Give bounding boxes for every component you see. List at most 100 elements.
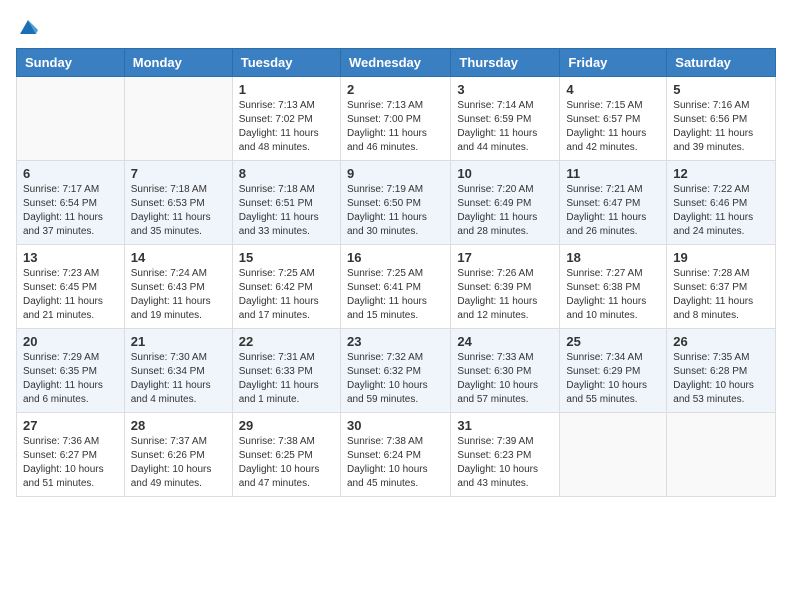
cell-info: Sunrise: 7:23 AM Sunset: 6:45 PM Dayligh… (23, 267, 118, 323)
cell-info: Sunrise: 7:26 AM Sunset: 6:39 PM Dayligh… (457, 267, 553, 323)
calendar-cell (124, 77, 232, 161)
cell-info: Sunrise: 7:33 AM Sunset: 6:30 PM Dayligh… (457, 351, 553, 407)
calendar-cell: 17 Sunrise: 7:26 AM Sunset: 6:39 PM Dayli… (451, 245, 560, 329)
calendar-cell: 3 Sunrise: 7:14 AM Sunset: 6:59 PM Daylig… (451, 77, 560, 161)
cell-info: Sunrise: 7:24 AM Sunset: 6:43 PM Dayligh… (131, 267, 226, 323)
day-header-wednesday: Wednesday (340, 49, 450, 77)
day-number: 6 (23, 166, 118, 181)
calendar-cell: 9 Sunrise: 7:19 AM Sunset: 6:50 PM Daylig… (340, 161, 450, 245)
day-number: 29 (239, 418, 334, 433)
calendar-cell: 12Sunrise: 7:22 AM Sunset: 6:46 PM Dayli… (667, 161, 776, 245)
calendar-cell: 27 Sunrise: 7:36 AM Sunset: 6:27 PM Dayli… (17, 413, 125, 497)
page-header (16, 16, 776, 36)
calendar-cell: 21 Sunrise: 7:30 AM Sunset: 6:34 PM Dayli… (124, 329, 232, 413)
calendar-cell: 1 Sunrise: 7:13 AM Sunset: 7:02 PM Daylig… (232, 77, 340, 161)
day-number: 9 (347, 166, 444, 181)
day-header-monday: Monday (124, 49, 232, 77)
cell-info: Sunrise: 7:25 AM Sunset: 6:42 PM Dayligh… (239, 267, 334, 323)
day-number: 2 (347, 82, 444, 97)
cell-info: Sunrise: 7:31 AM Sunset: 6:33 PM Dayligh… (239, 351, 334, 407)
calendar-cell (667, 413, 776, 497)
day-number: 15 (239, 250, 334, 265)
cell-info: Sunrise: 7:16 AM Sunset: 6:56 PM Dayligh… (673, 99, 769, 155)
calendar-cell: 15 Sunrise: 7:25 AM Sunset: 6:42 PM Dayli… (232, 245, 340, 329)
calendar-cell: 25 Sunrise: 7:34 AM Sunset: 6:29 PM Dayli… (560, 329, 667, 413)
day-number: 25 (566, 334, 660, 349)
calendar-week-row: 6 Sunrise: 7:17 AM Sunset: 6:54 PM Daylig… (17, 161, 776, 245)
calendar-cell: 28Sunrise: 7:37 AM Sunset: 6:26 PM Dayli… (124, 413, 232, 497)
calendar-cell: 30Sunrise: 7:38 AM Sunset: 6:24 PM Dayli… (340, 413, 450, 497)
day-number: 11 (566, 166, 660, 181)
calendar-week-row: 27 Sunrise: 7:36 AM Sunset: 6:27 PM Dayli… (17, 413, 776, 497)
cell-info: Sunrise: 7:14 AM Sunset: 6:59 PM Dayligh… (457, 99, 553, 155)
day-number: 17 (457, 250, 553, 265)
calendar-table: SundayMondayTuesdayWednesdayThursdayFrid… (16, 48, 776, 497)
calendar-cell (560, 413, 667, 497)
calendar-cell: 10 Sunrise: 7:20 AM Sunset: 6:49 PM Dayli… (451, 161, 560, 245)
calendar-cell: 23 Sunrise: 7:32 AM Sunset: 6:32 PM Dayli… (340, 329, 450, 413)
cell-info: Sunrise: 7:22 AM Sunset: 6:46 PM Dayligh… (673, 183, 769, 239)
day-number: 10 (457, 166, 553, 181)
day-header-tuesday: Tuesday (232, 49, 340, 77)
day-number: 16 (347, 250, 444, 265)
calendar-cell: 24 Sunrise: 7:33 AM Sunset: 6:30 PM Dayli… (451, 329, 560, 413)
cell-info: Sunrise: 7:25 AM Sunset: 6:41 PM Dayligh… (347, 267, 444, 323)
cell-info: Sunrise: 7:34 AM Sunset: 6:29 PM Dayligh… (566, 351, 660, 407)
day-number: 21 (131, 334, 226, 349)
cell-info: Sunrise: 7:30 AM Sunset: 6:34 PM Dayligh… (131, 351, 226, 407)
day-number: 20 (23, 334, 118, 349)
calendar-week-row: 13 Sunrise: 7:23 AM Sunset: 6:45 PM Dayli… (17, 245, 776, 329)
cell-info: Sunrise: 7:19 AM Sunset: 6:50 PM Dayligh… (347, 183, 444, 239)
calendar-cell: 5 Sunrise: 7:16 AM Sunset: 6:56 PM Daylig… (667, 77, 776, 161)
cell-info: Sunrise: 7:15 AM Sunset: 6:57 PM Dayligh… (566, 99, 660, 155)
day-number: 14 (131, 250, 226, 265)
day-number: 7 (131, 166, 226, 181)
day-number: 13 (23, 250, 118, 265)
cell-info: Sunrise: 7:29 AM Sunset: 6:35 PM Dayligh… (23, 351, 118, 407)
day-number: 1 (239, 82, 334, 97)
day-header-thursday: Thursday (451, 49, 560, 77)
day-header-sunday: Sunday (17, 49, 125, 77)
day-number: 24 (457, 334, 553, 349)
day-number: 30 (347, 418, 444, 433)
day-header-friday: Friday (560, 49, 667, 77)
calendar-cell: 11 Sunrise: 7:21 AM Sunset: 6:47 PM Dayli… (560, 161, 667, 245)
calendar-cell: 20 Sunrise: 7:29 AM Sunset: 6:35 PM Dayli… (17, 329, 125, 413)
calendar-cell: 18 Sunrise: 7:27 AM Sunset: 6:38 PM Dayli… (560, 245, 667, 329)
calendar-cell: 29 Sunrise: 7:38 AM Sunset: 6:25 PM Dayli… (232, 413, 340, 497)
day-number: 18 (566, 250, 660, 265)
calendar-cell (17, 77, 125, 161)
day-number: 19 (673, 250, 769, 265)
calendar-cell: 13 Sunrise: 7:23 AM Sunset: 6:45 PM Dayli… (17, 245, 125, 329)
cell-info: Sunrise: 7:13 AM Sunset: 7:00 PM Dayligh… (347, 99, 444, 155)
day-number: 8 (239, 166, 334, 181)
logo-icon (18, 16, 38, 36)
cell-info: Sunrise: 7:17 AM Sunset: 6:54 PM Dayligh… (23, 183, 118, 239)
calendar-cell: 8Sunrise: 7:18 AM Sunset: 6:51 PM Daylig… (232, 161, 340, 245)
cell-info: Sunrise: 7:18 AM Sunset: 6:53 PM Dayligh… (131, 183, 226, 239)
day-number: 27 (23, 418, 118, 433)
cell-info: Sunrise: 7:13 AM Sunset: 7:02 PM Dayligh… (239, 99, 334, 155)
calendar-week-row: 20 Sunrise: 7:29 AM Sunset: 6:35 PM Dayli… (17, 329, 776, 413)
day-number: 4 (566, 82, 660, 97)
cell-info: Sunrise: 7:20 AM Sunset: 6:49 PM Dayligh… (457, 183, 553, 239)
cell-info: Sunrise: 7:32 AM Sunset: 6:32 PM Dayligh… (347, 351, 444, 407)
logo (16, 16, 38, 36)
cell-info: Sunrise: 7:21 AM Sunset: 6:47 PM Dayligh… (566, 183, 660, 239)
cell-info: Sunrise: 7:38 AM Sunset: 6:25 PM Dayligh… (239, 435, 334, 491)
calendar-cell: 16 Sunrise: 7:25 AM Sunset: 6:41 PM Dayli… (340, 245, 450, 329)
calendar-cell: 7 Sunrise: 7:18 AM Sunset: 6:53 PM Daylig… (124, 161, 232, 245)
day-number: 5 (673, 82, 769, 97)
day-number: 3 (457, 82, 553, 97)
calendar-cell: 4 Sunrise: 7:15 AM Sunset: 6:57 PM Daylig… (560, 77, 667, 161)
cell-info: Sunrise: 7:37 AM Sunset: 6:26 PM Dayligh… (131, 435, 226, 491)
day-number: 26 (673, 334, 769, 349)
calendar-header-row: SundayMondayTuesdayWednesdayThursdayFrid… (17, 49, 776, 77)
day-number: 31 (457, 418, 553, 433)
calendar-cell: 31Sunrise: 7:39 AM Sunset: 6:23 PM Dayli… (451, 413, 560, 497)
calendar-cell: 19Sunrise: 7:28 AM Sunset: 6:37 PM Dayli… (667, 245, 776, 329)
calendar-cell: 14 Sunrise: 7:24 AM Sunset: 6:43 PM Dayli… (124, 245, 232, 329)
day-number: 23 (347, 334, 444, 349)
cell-info: Sunrise: 7:27 AM Sunset: 6:38 PM Dayligh… (566, 267, 660, 323)
cell-info: Sunrise: 7:36 AM Sunset: 6:27 PM Dayligh… (23, 435, 118, 491)
